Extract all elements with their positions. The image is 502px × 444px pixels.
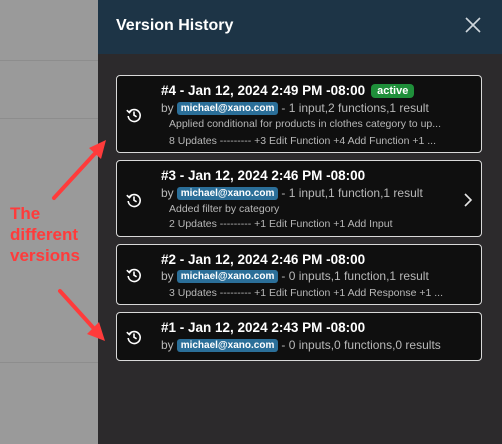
panel-header: Version History [98, 0, 502, 54]
history-icon [126, 268, 141, 283]
version-title: #4 - Jan 12, 2024 2:49 PM -08:00 active [161, 83, 415, 98]
author-row: by michael@xano.com - 0 inputs,1 function,… [161, 269, 429, 283]
version-title: #1 - Jan 12, 2024 2:43 PM -08:00 [161, 320, 366, 335]
version-summary: - 0 inputs,0 functions,0 results [281, 338, 441, 352]
version-card-4[interactable]: #4 - Jan 12, 2024 2:49 PM -08:00 active b… [116, 75, 482, 153]
version-description: Applied conditional for products in clot… [169, 118, 441, 130]
by-label: by [161, 186, 174, 200]
author-row: by michael@xano.com - 1 input,1 function,1… [161, 186, 423, 200]
version-updates: 3 Updates --------- +1 Edit Function +1 … [169, 287, 444, 299]
history-icon [126, 108, 141, 123]
version-title: #2 - Jan 12, 2024 2:46 PM -08:00 [161, 252, 366, 267]
annotation-line: different [10, 225, 78, 244]
history-icon [126, 330, 141, 345]
by-label: by [161, 338, 174, 352]
backdrop-divider [0, 118, 98, 119]
version-card-2[interactable]: #2 - Jan 12, 2024 2:46 PM -08:00 by micha… [116, 244, 482, 305]
version-updates: 2 Updates --------- +1 Edit Function +1 … [169, 218, 393, 230]
annotation-line: versions [10, 246, 80, 265]
version-history-panel: Version History #4 - Jan 12, 2024 2:49 P… [98, 0, 502, 444]
version-summary: - 1 input,1 function,1 result [281, 186, 423, 200]
close-icon[interactable] [464, 16, 482, 34]
annotation-label: The different versions [10, 203, 80, 266]
version-card-1[interactable]: #1 - Jan 12, 2024 2:43 PM -08:00 by micha… [116, 312, 482, 361]
version-description: Added filter by category [169, 203, 280, 215]
version-summary: - 0 inputs,1 function,1 result [281, 269, 429, 283]
author-email-pill: michael@xano.com [176, 270, 279, 283]
by-label: by [161, 269, 174, 283]
version-card-3[interactable]: #3 - Jan 12, 2024 2:46 PM -08:00 by micha… [116, 160, 482, 237]
version-summary: - 1 input,2 functions,1 result [281, 101, 429, 115]
version-updates: 8 Updates --------- +3 Edit Function +4 … [169, 135, 436, 147]
annotation-line: The [10, 204, 41, 223]
author-row: by michael@xano.com - 0 inputs,0 functions… [161, 338, 441, 352]
author-email-pill: michael@xano.com [176, 339, 279, 352]
backdrop-divider [0, 60, 98, 61]
panel-title: Version History [116, 17, 234, 34]
status-badge: active [371, 84, 415, 98]
history-icon [126, 193, 141, 208]
version-title-text: #4 - Jan 12, 2024 2:49 PM -08:00 [161, 83, 366, 98]
backdrop-divider [0, 362, 98, 363]
author-email-pill: michael@xano.com [176, 102, 279, 115]
author-email-pill: michael@xano.com [176, 187, 279, 200]
author-row: by michael@xano.com - 1 input,2 functions,… [161, 101, 429, 115]
chevron-right-icon[interactable] [463, 193, 473, 207]
by-label: by [161, 101, 174, 115]
version-title: #3 - Jan 12, 2024 2:46 PM -08:00 [161, 168, 366, 183]
